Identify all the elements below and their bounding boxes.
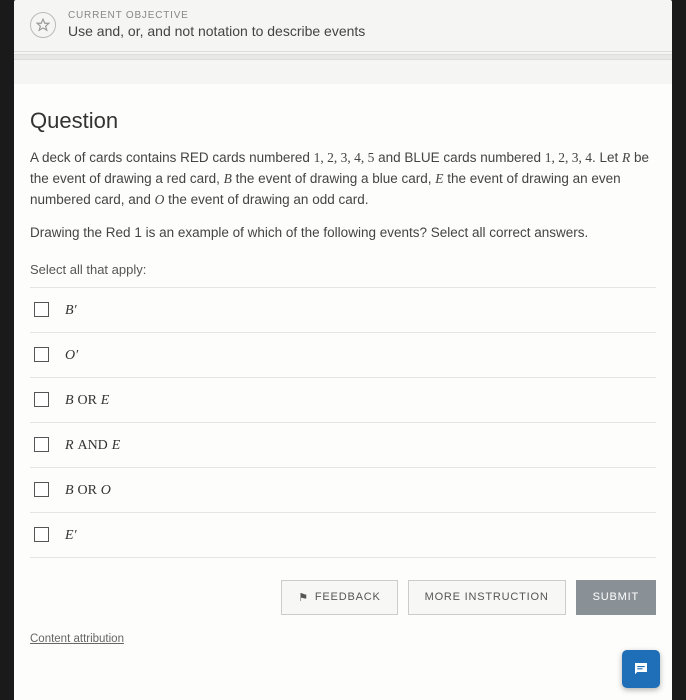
question-content: Question A deck of cards contains RED ca… <box>14 84 672 700</box>
objective-description: Use and, or, and not notation to describ… <box>68 23 656 39</box>
objective-header: CURRENT OBJECTIVE Use and, or, and not n… <box>14 0 672 52</box>
checkbox[interactable] <box>34 302 49 317</box>
checkbox[interactable] <box>34 437 49 452</box>
content-attribution-link[interactable]: Content attribution <box>30 633 656 645</box>
option-label: B′ <box>65 301 77 319</box>
question-title: Question <box>30 108 656 134</box>
feedback-button[interactable]: ⚑ FEEDBACK <box>281 580 397 615</box>
page-container: CURRENT OBJECTIVE Use and, or, and not n… <box>14 0 672 700</box>
option-label: R AND E <box>65 436 120 454</box>
objective-text: CURRENT OBJECTIVE Use and, or, and not n… <box>68 10 656 39</box>
option-label: E′ <box>65 526 77 544</box>
option-row[interactable]: E′ <box>30 512 656 558</box>
section-divider <box>14 54 672 60</box>
checkbox[interactable] <box>34 392 49 407</box>
option-row[interactable]: R AND E <box>30 422 656 467</box>
option-label: O′ <box>65 346 78 364</box>
option-label: B OR E <box>65 391 109 409</box>
more-instruction-button[interactable]: MORE INSTRUCTION <box>408 580 566 615</box>
checkbox[interactable] <box>34 527 49 542</box>
submit-button[interactable]: SUBMIT <box>576 580 656 615</box>
star-icon <box>30 12 56 38</box>
option-label: B OR O <box>65 481 111 499</box>
question-subprompt: Drawing the Red 1 is an example of which… <box>30 225 656 240</box>
option-row[interactable]: B OR E <box>30 377 656 422</box>
option-row[interactable]: O′ <box>30 332 656 377</box>
option-row[interactable]: B′ <box>30 287 656 332</box>
option-row[interactable]: B OR O <box>30 467 656 512</box>
chat-icon <box>632 660 650 678</box>
question-body: A deck of cards contains RED cards numbe… <box>30 148 656 211</box>
checkbox[interactable] <box>34 482 49 497</box>
select-all-label: Select all that apply: <box>30 262 656 287</box>
checkbox[interactable] <box>34 347 49 362</box>
objective-label: CURRENT OBJECTIVE <box>68 10 656 21</box>
options-list: B′ O′ B OR E R AND E B OR O E′ <box>30 287 656 558</box>
action-bar: ⚑ FEEDBACK MORE INSTRUCTION SUBMIT <box>30 580 656 615</box>
more-instruction-label: MORE INSTRUCTION <box>425 591 549 603</box>
submit-label: SUBMIT <box>593 591 639 603</box>
flag-icon: ⚑ <box>298 591 309 604</box>
chat-fab-button[interactable] <box>622 650 660 688</box>
feedback-label: FEEDBACK <box>315 591 381 603</box>
